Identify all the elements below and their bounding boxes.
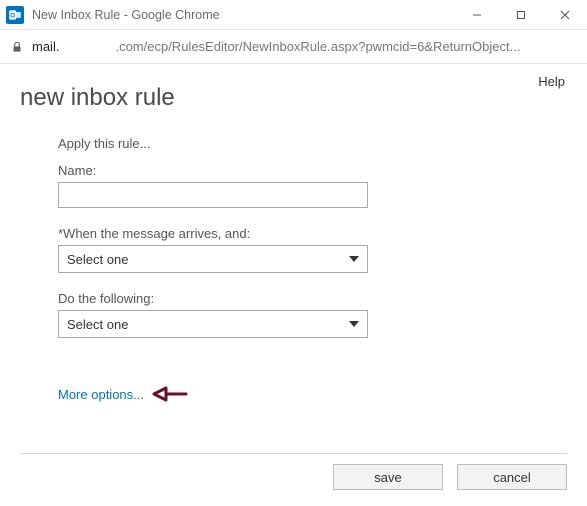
form-intro: Apply this rule... — [58, 136, 440, 151]
window-title: New Inbox Rule - Google Chrome — [32, 8, 220, 22]
rule-form: Apply this rule... Name: *When the messa… — [20, 136, 440, 406]
minimize-button[interactable] — [455, 0, 499, 30]
close-button[interactable] — [543, 0, 587, 30]
window-titlebar: O New Inbox Rule - Google Chrome — [0, 0, 587, 30]
address-bar[interactable]: mail. .com/ecp/RulesEditor/NewInboxRule.… — [0, 30, 587, 64]
chevron-down-icon — [349, 256, 359, 262]
help-link[interactable]: Help — [538, 74, 565, 89]
action-select[interactable]: Select one — [58, 310, 368, 338]
action-selected-text: Select one — [67, 317, 128, 332]
name-input[interactable] — [58, 182, 368, 208]
condition-label: *When the message arrives, and: — [58, 226, 440, 241]
arrow-annotation-icon — [150, 382, 188, 406]
more-options-link[interactable]: More options... — [58, 387, 144, 402]
url-path: .com/ecp/RulesEditor/NewInboxRule.aspx?p… — [115, 39, 577, 54]
cancel-button[interactable]: cancel — [457, 464, 567, 490]
action-label: Do the following: — [58, 291, 440, 306]
dialog-footer: save cancel — [20, 453, 567, 490]
condition-selected-text: Select one — [67, 252, 128, 267]
name-label: Name: — [58, 163, 440, 178]
lock-icon — [10, 40, 24, 54]
chevron-down-icon — [349, 321, 359, 327]
maximize-button[interactable] — [499, 0, 543, 30]
outlook-app-icon: O — [6, 6, 24, 24]
save-button[interactable]: save — [333, 464, 443, 490]
page-title: new inbox rule — [20, 84, 567, 112]
window-controls — [455, 0, 587, 29]
svg-text:O: O — [10, 12, 15, 19]
condition-select[interactable]: Select one — [58, 245, 368, 273]
url-host: mail. — [32, 39, 59, 54]
page-content: Help new inbox rule Apply this rule... N… — [0, 64, 587, 506]
